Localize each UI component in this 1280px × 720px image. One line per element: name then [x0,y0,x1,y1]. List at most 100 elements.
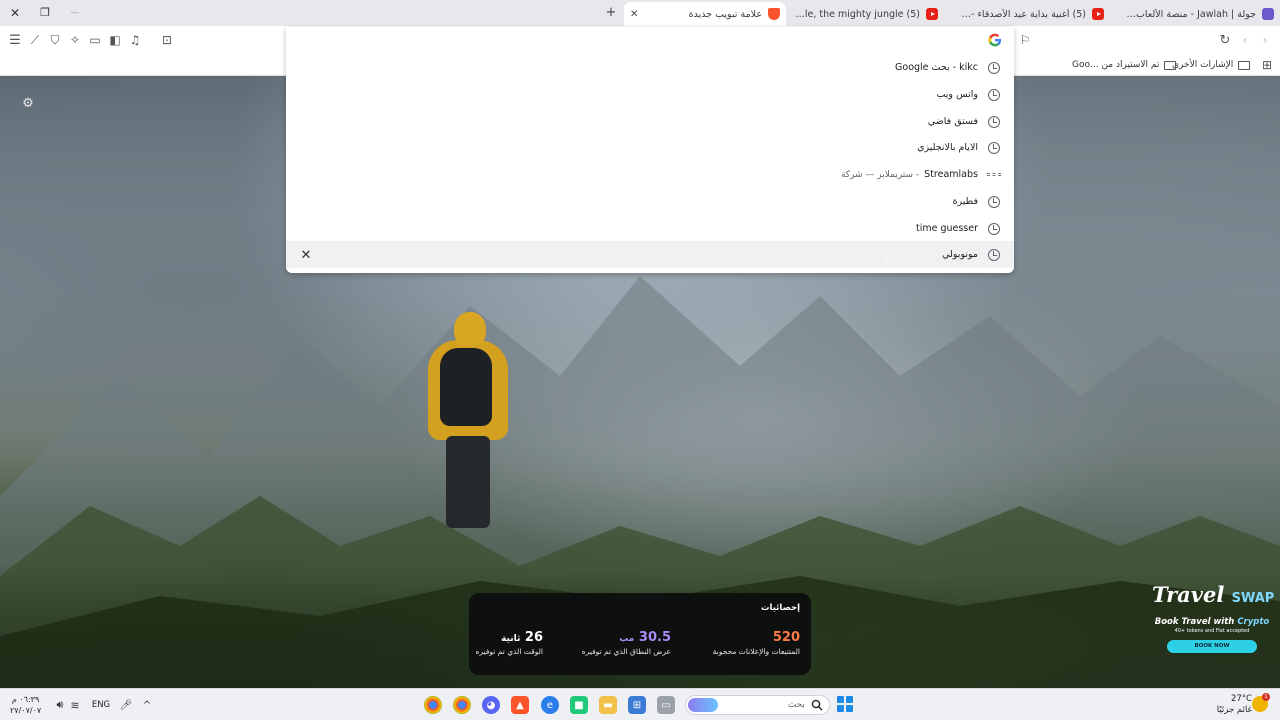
suggestion-item[interactable]: Streamlabs - ستريملابز — شركة [286,161,1014,188]
stats-card: إحصائيات 520 المتتبعات والإعلانات محجوبة… [469,593,811,675]
history-icon [988,195,1000,208]
search-placeholder: بحث [787,700,805,710]
youtube-icon [1092,8,1104,20]
vpn-shield-icon[interactable]: ⛉ [47,32,63,48]
menu-icon[interactable]: ☰ [7,32,23,48]
tab-title: (5) أغنية بداية عيد الأصدقاء - سبيستون [960,8,1086,20]
edge-icon[interactable]: e [541,696,559,714]
back-icon[interactable]: › [1257,32,1273,48]
search-highlight-art [688,698,718,712]
suggestion-item[interactable]: فطيرة [286,188,1014,215]
site-favicon-icon [987,173,1001,176]
brave-taskbar-icon[interactable]: ▲ [511,696,529,714]
stat-unit: ثانية [501,634,521,644]
stat-value: 30.5 [638,630,671,645]
tab-title: جولة | Jawlah - منصة الألعاب التفاعلية [1126,8,1256,20]
remove-suggestion-button[interactable]: ✕ [299,248,313,263]
history-icon [988,61,1000,74]
app-icon[interactable]: ■ [570,696,588,714]
weather-widget[interactable]: 27°C غائم جزئيًا [1212,694,1252,716]
brave-icon [768,8,780,20]
close-window-button[interactable]: ✕ [5,4,25,22]
tab-new-tab[interactable]: علامة تبويب جديدة ✕ [624,2,786,26]
store-icon[interactable]: ⊞ [628,696,646,714]
suggestion-text: time guesser [915,223,978,234]
apps-grid-icon[interactable]: ⊞ [1259,57,1275,73]
history-icon [988,222,1000,235]
tab-spacetoon[interactable]: (5) أغنية بداية عيد الأصدقاء - سبيستون [960,3,1110,25]
omnibox-dropdown: kikc - بحث Google واتس ويب فستق فاضي الا… [286,27,1014,273]
system-clock[interactable]: ٠٦:٣٩ م ٢٧/٠٧/٠٧ [10,694,41,716]
hiker-hood [454,312,486,346]
microphone-icon[interactable]: 🎤︎ [117,696,135,714]
stats-heading: إحصائيات [760,603,800,613]
folder-icon [1238,60,1251,70]
restore-window-button[interactable]: ❐ [35,4,55,22]
stat-value: 26 [524,630,543,645]
minimize-window-button[interactable]: — [65,4,85,22]
youtube-icon [926,8,938,20]
bookmark-other[interactable]: الإشارات الأخرى [1172,57,1251,73]
task-view-icon[interactable]: ▭ [657,696,675,714]
suggestion-text: فطيرة [952,196,978,207]
forward-icon[interactable]: ‹ [1237,32,1253,48]
close-tab-icon[interactable]: ✕ [630,9,638,20]
ad-subtext: 40+ tokens and Fiat accepted [1174,628,1250,634]
jawlah-favicon-icon [1262,8,1274,20]
book-now-button[interactable]: BOOK NOW [1167,640,1257,653]
history-icon [988,248,1000,261]
stat-value: 520 [772,630,800,645]
suggestion-item[interactable]: فستق فاضي [286,108,1014,135]
playlist-icon[interactable]: ♫ [127,32,143,48]
clock-date: ٢٧/٠٧/٠٧ [10,706,42,715]
stat-label: الوقت الذي تم توفيره [475,647,543,656]
travelswap-ad[interactable]: Travel SWAP Book Travel with Crypto 40+ … [1152,582,1275,678]
suggestion-item[interactable]: kikc - بحث Google [286,54,1014,81]
suggestion-text: فستق فاضي [927,116,978,127]
chevron-up-icon[interactable]: ^ [138,696,156,714]
suggestion-text: مونوبولي [942,249,978,260]
new-tab-button[interactable]: + [604,5,618,21]
leo-ai-icon[interactable]: ⟋ [27,32,43,48]
taskbar-search[interactable]: بحث [685,695,830,715]
suggestion-item[interactable]: واتس ويب [286,81,1014,108]
language-indicator[interactable]: ENG [88,696,114,714]
ad-tagline: Book Travel with Crypto [1154,617,1270,627]
bookmark-icon[interactable]: ⚐ [1017,32,1033,48]
windows-start-icon[interactable] [837,696,853,712]
stat-label: المتتبعات والإعلانات محجوبة [712,647,800,656]
tab-jawlah[interactable]: جولة | Jawlah - منصة الألعاب التفاعلية [1126,3,1280,25]
reload-icon[interactable]: ↻ [1217,32,1233,48]
stat-trackers: 520 المتتبعات والإعلانات محجوبة [713,630,800,656]
tab-title: علامة تبويب جديدة [688,8,762,20]
taskbar: ٠٦:٣٩ م ٢٧/٠٧/٠٧ 🔊︎ ≋ ENG 🎤︎ ^ ◕ ▲ e ■ ▬… [0,688,1280,720]
hiker-backpack [440,348,492,426]
suggestion-text: kikc - بحث Google [895,62,978,73]
wifi-icon[interactable]: ≋ [66,696,84,714]
tab-title: (5) In the Jungle, the mighty jungle... [792,8,920,20]
stat-label: عرض النطاق الذي تم توفيره [581,647,671,656]
sidebar-icon[interactable]: ◧ [107,32,123,48]
google-icon [988,33,1002,47]
screenshot-icon[interactable]: ⊡ [159,32,175,48]
gear-icon[interactable]: ⚙ [21,97,35,111]
suggestion-item[interactable]: الايام بالانجليزي [286,134,1014,161]
wallet-icon[interactable]: ▭ [87,32,103,48]
tab-jungle[interactable]: (5) In the Jungle, the mighty jungle... [792,3,944,25]
chrome-icon[interactable] [424,696,442,714]
address-bar[interactable] [286,27,1014,53]
history-icon [988,88,1000,101]
chrome-profile-icon[interactable] [453,696,471,714]
travelswap-logo: Travel SWAP [1152,582,1275,607]
file-explorer-icon[interactable]: ▬ [599,696,617,714]
suggestion-item[interactable]: time guesser [286,215,1014,242]
suggestion-text: الايام بالانجليزي [917,142,978,153]
suggestion-subtext: - ستريملابز — شركة [840,169,920,180]
suggestion-item-selected[interactable]: مونوبولي [286,241,1014,268]
history-icon [988,141,1000,154]
bookmark-imported[interactable]: تم الاستيراد من ...Goo [1072,57,1177,73]
discord-icon[interactable]: ◕ [482,696,500,714]
extensions-icon[interactable]: ✧ [67,32,83,48]
folder-icon [1164,60,1177,70]
suggestion-text: Streamlabs [924,169,978,180]
